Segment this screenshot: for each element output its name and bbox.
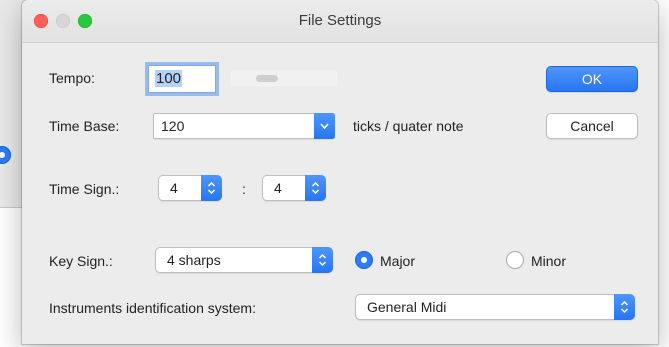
time-signature-numerator: 4 xyxy=(170,180,178,196)
title-bar: File Settings xyxy=(22,0,658,43)
chevron-updown-icon[interactable] xyxy=(312,247,333,273)
major-radio-label[interactable]: Major xyxy=(380,253,415,269)
chevron-updown-icon[interactable] xyxy=(201,175,222,201)
chevron-down-icon[interactable] xyxy=(314,113,335,139)
time-base-unit: ticks / quater note xyxy=(353,118,464,134)
instruments-value: General Midi xyxy=(367,299,447,315)
tempo-input[interactable]: 100 xyxy=(148,65,216,93)
key-signature-label: Key Sign.: xyxy=(49,253,113,269)
tempo-slider-knob[interactable] xyxy=(256,75,278,82)
background-radio[interactable] xyxy=(0,146,11,164)
time-signature-denominator: 4 xyxy=(274,180,282,196)
file-settings-dialog: File Settings Tempo: 100 OK Cancel Time … xyxy=(22,0,658,344)
major-radio[interactable] xyxy=(355,251,373,269)
ok-button[interactable]: OK xyxy=(546,66,638,92)
chevron-updown-icon[interactable] xyxy=(305,175,326,201)
key-signature-value: 4 sharps xyxy=(167,252,221,268)
time-base-label: Time Base: xyxy=(49,118,120,134)
time-signature-numerator-popup[interactable]: 4 xyxy=(158,175,222,201)
cancel-button[interactable]: Cancel xyxy=(546,113,638,139)
minor-radio-label[interactable]: Minor xyxy=(531,253,566,269)
tempo-value: 100 xyxy=(155,70,183,87)
instruments-label: Instruments identification system: xyxy=(49,300,256,316)
time-base-combobox[interactable]: 120 xyxy=(153,113,335,139)
time-signature-separator: : xyxy=(242,181,246,197)
chevron-updown-icon[interactable] xyxy=(614,294,635,320)
time-signature-label: Time Sign.: xyxy=(49,181,120,197)
window-title: File Settings xyxy=(298,12,382,29)
minor-radio[interactable] xyxy=(506,251,524,269)
time-signature-denominator-popup[interactable]: 4 xyxy=(262,175,326,201)
tempo-label: Tempo: xyxy=(49,70,95,86)
key-signature-popup[interactable]: 4 sharps xyxy=(155,247,333,273)
instruments-popup[interactable]: General Midi xyxy=(355,294,635,320)
time-base-value: 120 xyxy=(161,118,185,134)
tempo-slider[interactable] xyxy=(231,70,337,86)
